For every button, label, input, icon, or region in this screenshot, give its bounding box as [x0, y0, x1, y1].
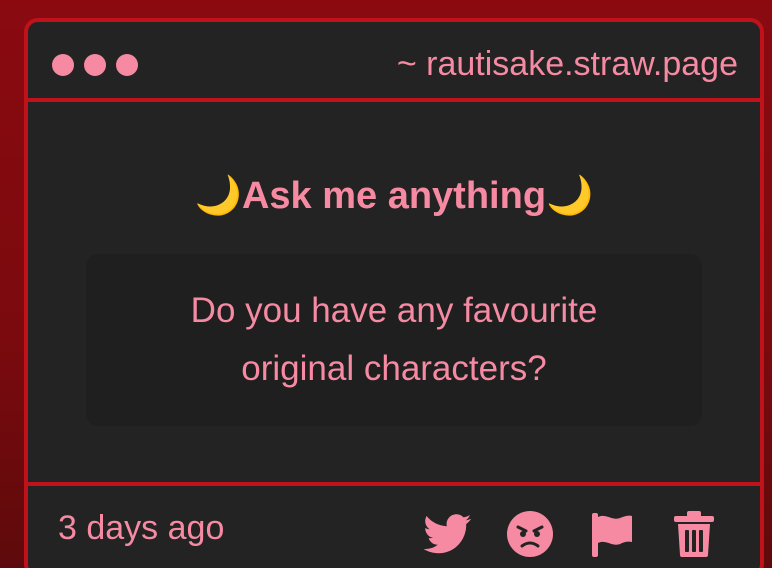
twitter-share-button[interactable] [422, 508, 474, 560]
window-dot [116, 54, 138, 76]
moon-icon: 🌙 [194, 175, 242, 217]
timestamp: 3 days ago [58, 509, 225, 547]
moon-icon: 🌙 [546, 175, 594, 217]
window-controls [52, 54, 138, 76]
question-line: original characters? [241, 349, 547, 388]
card-footer: 3 days ago [28, 482, 760, 568]
delete-button[interactable] [668, 508, 720, 560]
report-button[interactable] [586, 508, 638, 560]
page-url[interactable]: ~ rautisake.straw.page [397, 42, 738, 86]
question-box: Do you have any favourite original chara… [86, 254, 702, 426]
action-bar [422, 508, 720, 560]
page-title-text: Ask me anything [241, 175, 547, 217]
window-titlebar: ~ rautisake.straw.page [28, 22, 760, 102]
card-body: 🌙Ask me anything🌙 Do you have any favour… [28, 102, 760, 482]
flag-icon [592, 513, 632, 557]
question-text: Do you have any favourite original chara… [86, 282, 702, 398]
twitter-icon [424, 514, 472, 554]
window-dot [84, 54, 106, 76]
trash-icon [674, 511, 714, 557]
ask-card: ~ rautisake.straw.page 🌙Ask me anything🌙… [24, 18, 764, 568]
react-angry-button[interactable] [504, 508, 556, 560]
page-title: 🌙Ask me anything🌙 [28, 170, 760, 222]
question-line: Do you have any favourite [190, 291, 598, 330]
angry-face-icon [507, 511, 553, 557]
window-dot [52, 54, 74, 76]
